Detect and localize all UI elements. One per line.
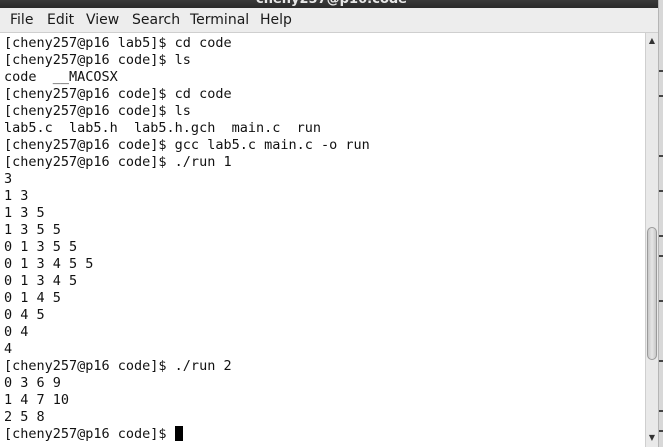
terminal-line: 1 3 5 5 [4, 222, 61, 238]
edge-mark [659, 300, 663, 302]
edge-mark [659, 255, 663, 257]
terminal-prompt-line: [cheny257@p16 code]$ [4, 426, 183, 443]
terminal-line: 4 [4, 341, 13, 357]
edge-mark [659, 235, 663, 237]
window-title: cheny257@p16:code [0, 0, 663, 8]
terminal-line: 0 1 3 4 5 [4, 273, 78, 289]
terminal-line: [cheny257@p16 code]$ ls [4, 52, 191, 68]
menu-search[interactable]: Search [132, 12, 180, 29]
text-cursor [174, 426, 183, 441]
edge-mark [659, 95, 663, 97]
terminal-line: [cheny257@p16 code]$ ./run 2 [4, 358, 232, 374]
menu-help[interactable]: Help [260, 12, 292, 29]
terminal-line: 1 3 [4, 188, 29, 204]
title-bar[interactable]: cheny257@p16:code [0, 0, 663, 8]
vertical-scrollbar[interactable]: ▲ ▼ [645, 33, 658, 447]
menu-terminal[interactable]: Terminal [190, 12, 249, 29]
terminal-window: cheny257@p16:code File Edit View Search … [0, 0, 663, 447]
terminal-line: [cheny257@p16 code]$ ./run 1 [4, 154, 232, 170]
terminal-line: 0 4 [4, 324, 29, 340]
edge-mark [659, 190, 663, 192]
terminal-line: [cheny257@p16 code]$ ls [4, 103, 191, 119]
terminal-line: lab5.c lab5.h lab5.h.gch main.c run [4, 120, 321, 136]
terminal-line: 0 1 4 5 [4, 290, 61, 306]
terminal-line: 0 1 3 4 5 5 [4, 256, 94, 272]
terminal-line: 3 [4, 171, 13, 187]
scroll-up-icon[interactable]: ▲ [646, 34, 658, 48]
terminal-line: [cheny257@p16 code]$ gcc lab5.c main.c -… [4, 137, 370, 153]
terminal-line: code __MACOSX [4, 69, 118, 85]
terminal-prompt: [cheny257@p16 code]$ [4, 426, 175, 442]
terminal-line: 0 4 5 [4, 307, 45, 323]
edge-mark [659, 155, 663, 157]
menu-bar: File Edit View Search Terminal Help [0, 8, 663, 33]
terminal-line: [cheny257@p16 code]$ cd code [4, 86, 232, 102]
terminal-line: 1 4 7 10 [4, 392, 70, 408]
terminal-output[interactable]: [cheny257@p16 lab5]$ cd code [cheny257@p… [0, 33, 645, 447]
edge-mark [659, 410, 663, 412]
terminal-line: 1 3 5 [4, 205, 45, 221]
scroll-thumb[interactable] [647, 227, 657, 360]
edge-mark [659, 70, 663, 72]
adjacent-window-edge [658, 0, 663, 447]
menu-view[interactable]: View [86, 12, 119, 29]
menu-edit[interactable]: Edit [47, 12, 74, 29]
terminal-line: 2 5 8 [4, 409, 45, 425]
terminal-line: [cheny257@p16 lab5]$ cd code [4, 35, 232, 51]
edge-mark [659, 430, 663, 432]
terminal-line: 0 3 6 9 [4, 375, 61, 391]
terminal-line: 0 1 3 5 5 [4, 239, 78, 255]
edge-mark [659, 360, 663, 362]
menu-file[interactable]: File [10, 12, 33, 29]
scroll-down-icon[interactable]: ▼ [646, 431, 658, 445]
